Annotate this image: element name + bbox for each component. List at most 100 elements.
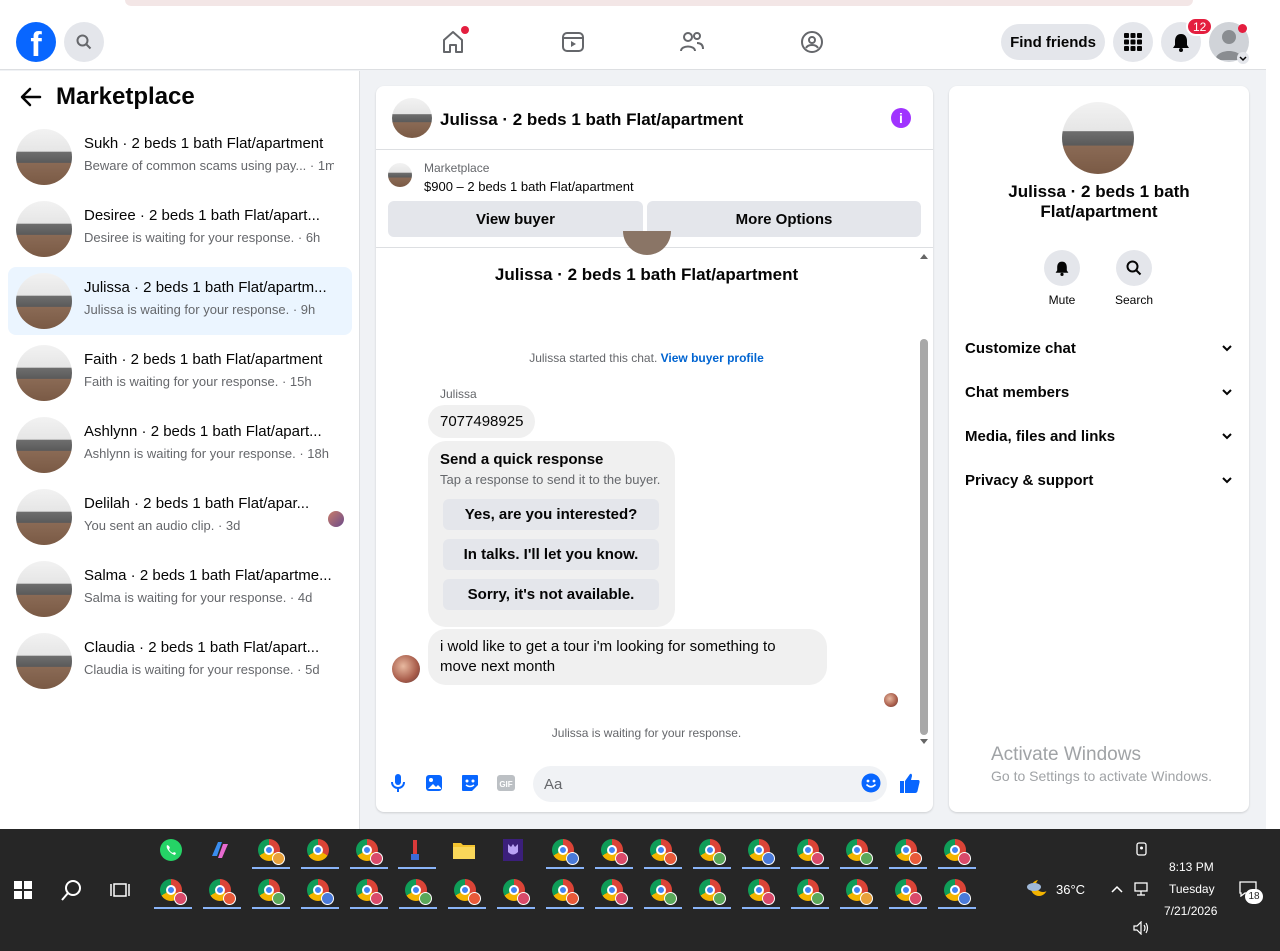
clock-date[interactable]: 7/21/2026 [1164,904,1217,918]
mute-action[interactable]: Mute [1032,250,1092,307]
message-input[interactable]: Aa [533,766,887,802]
chrome-profile-icon[interactable] [595,833,633,869]
conversation-item[interactable]: Ashlynn · 2 beds 1 bath Flat/apart... Ash… [8,411,352,479]
message-thread[interactable]: Julissa · 2 beds 1 bath Flat/apartment J… [376,231,921,749]
quick-reply-interested[interactable]: Yes, are you interested? [443,499,659,530]
chevron-down-icon[interactable] [1237,52,1249,64]
gif-icon[interactable]: GIF [495,772,517,794]
sender-avatar[interactable] [392,655,420,683]
volume-icon[interactable] [1133,921,1151,935]
quick-reply-not-available[interactable]: Sorry, it's not available. [443,579,659,610]
chrome-profile-icon[interactable] [154,873,192,909]
chrome-profile-icon[interactable] [889,833,927,869]
conversation-item[interactable]: Sukh · 2 beds 1 bath Flat/apartment Bewar… [8,123,352,191]
conversation-item[interactable]: Faith · 2 beds 1 bath Flat/apartment Fait… [8,339,352,407]
chrome-profile-icon[interactable] [889,873,927,909]
nav-friends[interactable] [636,22,748,62]
back-arrow-icon[interactable] [20,87,42,107]
nav-groups[interactable] [756,22,868,62]
chrome-profile-icon[interactable] [742,833,780,869]
chrome-profile-icon[interactable] [546,873,584,909]
find-friends-button[interactable]: Find friends [1001,24,1105,60]
meet-now-icon[interactable] [1135,841,1149,857]
chrome-profile-icon[interactable] [399,873,437,909]
info-icon[interactable]: i [891,108,911,128]
chrome-profile-icon[interactable] [644,873,682,909]
clock-time[interactable]: 8:13 PM [1169,860,1214,874]
nav-video[interactable] [517,22,629,62]
chrome-profile-icon[interactable] [791,873,829,909]
conversation-item[interactable]: Delilah · 2 beds 1 bath Flat/apar... You … [8,483,352,551]
scroll-up-arrow-icon[interactable] [920,254,928,259]
chevron-up-icon[interactable] [1111,885,1123,893]
conversation-item[interactable]: Claudia · 2 beds 1 bath Flat/apart... Cla… [8,627,352,695]
chrome-profile-icon[interactable] [252,873,290,909]
chrome-profile-icon[interactable] [693,873,731,909]
chrome-profile-icon[interactable] [546,833,584,869]
chrome-profile-icon[interactable] [497,873,535,909]
chrome-profile-icon[interactable] [938,833,976,869]
chrome-profile-icon[interactable] [840,833,878,869]
message-bubble-phone[interactable]: 7077498925 [428,405,536,438]
clock-day[interactable]: Tuesday [1169,882,1215,896]
section-privacy-support[interactable]: Privacy & support [965,468,1233,492]
app-shield-icon[interactable] [496,833,530,867]
weather-moon-cloud-icon[interactable] [1025,877,1049,899]
listing-price-title[interactable]: $900 – 2 beds 1 bath Flat/apartment [424,179,634,194]
details-avatar[interactable] [1062,102,1134,174]
quick-reply-in-talks[interactable]: In talks. I'll let you know. [443,539,659,570]
nav-home[interactable] [397,22,509,62]
section-customize-chat[interactable]: Customize chat [965,336,1233,360]
chrome-profile-icon[interactable] [791,833,829,869]
section-chat-members[interactable]: Chat members [965,380,1233,404]
sidebar-title: Marketplace [56,83,195,110]
like-thumb-icon[interactable] [899,772,921,794]
facebook-logo[interactable]: f [16,22,56,62]
chrome-profile-icon[interactable] [742,873,780,909]
chrome-profile-icon[interactable] [938,873,976,909]
file-explorer-icon[interactable] [447,833,481,867]
section-media-files-links[interactable]: Media, files and links [965,424,1233,448]
conversation-item[interactable]: Salma · 2 beds 1 bath Flat/apartme... Sal… [8,555,352,623]
photo-icon[interactable] [423,772,445,794]
conversation-item[interactable]: Julissa · 2 beds 1 bath Flat/apartm... Ju… [8,267,352,335]
chrome-profile-icon[interactable] [693,833,731,869]
chrome-profile-icon[interactable] [448,873,486,909]
view-buyer-button[interactable]: View buyer [388,201,643,237]
home-notification-dot [461,26,469,34]
message-bubble-tour[interactable]: i wold like to get a tour i'm looking fo… [428,629,827,685]
paint-app-icon[interactable] [398,833,436,869]
scroll-down-arrow-icon[interactable] [920,739,928,744]
view-buyer-profile-link[interactable]: View buyer profile [661,351,764,365]
menu-button[interactable] [1113,22,1153,62]
scroll-thumb[interactable] [920,339,928,735]
microphone-icon[interactable] [387,772,409,794]
whatsapp-icon[interactable] [154,833,188,867]
copilot-icon[interactable] [203,833,237,867]
chrome-profile-icon[interactable] [252,833,290,869]
chat-title[interactable]: Julissa · 2 beds 1 bath Flat/apartment [440,110,743,130]
search-action[interactable]: Search [1104,250,1164,307]
thread-scrollbar[interactable] [917,249,931,749]
chrome-profile-icon[interactable] [203,873,241,909]
page-scrollbar[interactable] [1266,14,1280,829]
chrome-profile-icon[interactable] [644,833,682,869]
mute-label: Mute [1048,293,1076,307]
sticker-icon[interactable] [459,772,481,794]
more-options-button[interactable]: More Options [647,201,921,237]
search-button[interactable] [64,22,104,62]
emoji-icon[interactable] [860,772,882,794]
network-icon[interactable] [1134,882,1150,896]
task-view-icon[interactable] [110,881,130,899]
windows-start-icon[interactable] [14,881,32,899]
conversation-item[interactable]: Desiree · 2 beds 1 bath Flat/apart... Des… [8,195,352,263]
chrome-profile-icon[interactable] [350,873,388,909]
chrome-icon[interactable] [301,833,339,869]
chrome-profile-icon[interactable] [350,833,388,869]
listing-thumbnail[interactable] [392,98,432,138]
search-icon[interactable] [61,879,83,901]
chrome-profile-icon[interactable] [840,873,878,909]
chrome-profile-icon[interactable] [595,873,633,909]
weather-temperature[interactable]: 36°C [1056,882,1085,897]
chrome-profile-icon[interactable] [301,873,339,909]
